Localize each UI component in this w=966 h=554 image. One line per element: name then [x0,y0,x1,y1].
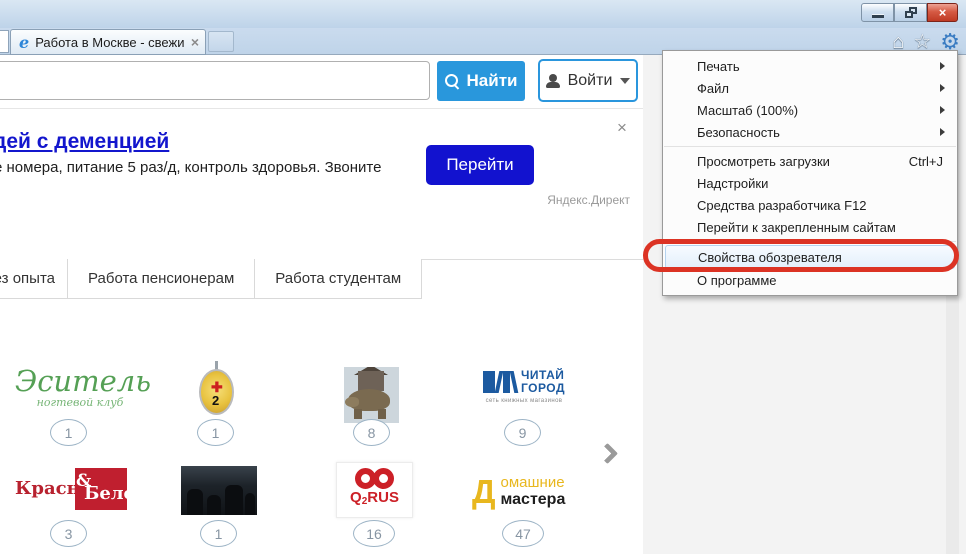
company-logo-dark-photo[interactable] [181,466,257,515]
nav-tab-students[interactable]: Работа студентам [255,259,422,299]
close-button[interactable]: × [927,3,958,22]
restore-icon [905,7,917,18]
title-bar: × [0,0,966,28]
chitai-line2: ГОРОД [521,381,565,395]
menu-separator [664,241,956,242]
vacancy-count-badge: 1 [200,520,237,547]
menu-item-pinned-sites[interactable]: Перейти к закрепленным сайтам [663,216,957,238]
menu-item-internet-options[interactable]: Свойства обозревателя [665,245,955,269]
tab-title: Работа в Москве - свежие... [35,35,185,50]
minimize-icon [872,15,884,18]
tools-dropdown-menu: Печать Файл Масштаб (100%) Безопасность … [662,50,958,296]
submenu-arrow-icon [940,62,945,70]
ad-close-icon[interactable]: × [617,119,627,136]
browser-tab[interactable]: e Работа в Москве - свежие... × [10,29,206,55]
company-logo-krasnoe-beloe[interactable]: Красное & Белое [15,468,127,510]
company-logo-domashnie-mastera[interactable]: Д омашние мастера [472,474,565,510]
menu-item-print[interactable]: Печать [663,55,957,77]
webpage-content: Найти Войти × дей с деменцией е номера, … [0,55,643,554]
ad-attribution: Яндекс.Директ [460,193,630,207]
vacancy-count-badge: 9 [504,419,541,446]
vacancy-count-badge: 3 [50,520,87,547]
kb-red-box: & Белое [75,468,127,510]
find-button-label: Найти [467,71,518,91]
ad-cta-button[interactable]: Перейти [426,145,534,185]
menu-item-file[interactable]: Файл [663,77,957,99]
dm-word1: омашние [501,474,566,491]
qrus-tires-icon [337,468,412,489]
browser-window: × e Работа в Москве - свежие... × ⌂ ☆ ⚙ … [0,0,966,554]
menu-item-dev-tools[interactable]: Средства разработчика F12 [663,194,957,216]
vacancy-count-badge: 16 [353,520,395,547]
submenu-arrow-icon [940,84,945,92]
chitai-subtitle: сеть книжных магазинов [479,398,569,404]
emblem-number: 2 [212,393,219,408]
shortcut-label: Ctrl+J [909,154,943,169]
site-search-input[interactable] [0,61,430,100]
company-logo-emblem[interactable]: ✚ 2 [197,361,237,419]
home-icon[interactable]: ⌂ [892,32,904,52]
ad-description: е номера, питание 5 раз/д, контроль здор… [0,159,381,176]
chitai-gorod-bars-icon [483,371,516,393]
company-logo-chitai-gorod[interactable]: ЧИТАЙ ГОРОД сеть книжных магазинов [479,369,569,404]
minimize-button[interactable] [861,3,894,22]
dm-word2: мастера [501,491,566,509]
submenu-arrow-icon [940,106,945,114]
search-find-button[interactable]: Найти [437,61,525,101]
company-logo-turtle-photo[interactable] [344,367,399,423]
vacancy-count-badge: 8 [353,419,390,446]
menu-item-view-downloads[interactable]: Просмотреть загрузкиCtrl+J [663,150,957,172]
window-controls: × [861,3,958,22]
user-icon [546,74,560,88]
vacancy-count-badge: 47 [502,520,544,547]
nav-tabs: без опыта Работа пенсионерам Работа студ… [0,259,422,299]
dm-letter-icon: Д [472,477,496,507]
menu-item-zoom[interactable]: Масштаб (100%) [663,99,957,121]
vacancy-count-badge: 1 [197,419,234,446]
favorites-star-icon[interactable]: ☆ [913,32,931,52]
company-logo-esitel[interactable]: Эситель ногтевой клуб [15,367,145,409]
restore-button[interactable] [894,3,927,22]
esitel-title: Эситель [15,367,145,396]
login-button-label: Войти [568,72,613,90]
nav-tab-pensioners[interactable]: Работа пенсионерам [68,259,255,299]
qrus-q: Q [350,489,362,506]
close-icon: × [939,6,947,19]
ad-title-link[interactable]: дей с деменцией [0,130,169,154]
ie-favicon-icon: e [19,33,29,52]
submenu-arrow-icon [940,128,945,136]
nav-tab-no-experience[interactable]: без опыта [0,259,68,299]
menu-item-safety[interactable]: Безопасность [663,121,957,143]
menu-item-addons[interactable]: Надстройки [663,172,957,194]
chevron-down-icon [620,78,630,84]
kb-word2: Белое [84,483,147,504]
header-divider [0,108,643,109]
company-logo-qrus[interactable]: Q2RUS [336,462,413,518]
address-bar-edge [0,30,9,53]
tab-close-icon[interactable]: × [191,34,199,50]
menu-separator [664,146,956,147]
menu-item-about[interactable]: О программе [663,269,957,291]
carousel-next-icon[interactable] [597,443,618,464]
search-icon [445,74,460,89]
login-button[interactable]: Войти [538,59,638,102]
vacancy-count-badge: 1 [50,419,87,446]
qrus-suffix: RUS [367,489,399,506]
new-tab-button[interactable] [208,31,234,52]
